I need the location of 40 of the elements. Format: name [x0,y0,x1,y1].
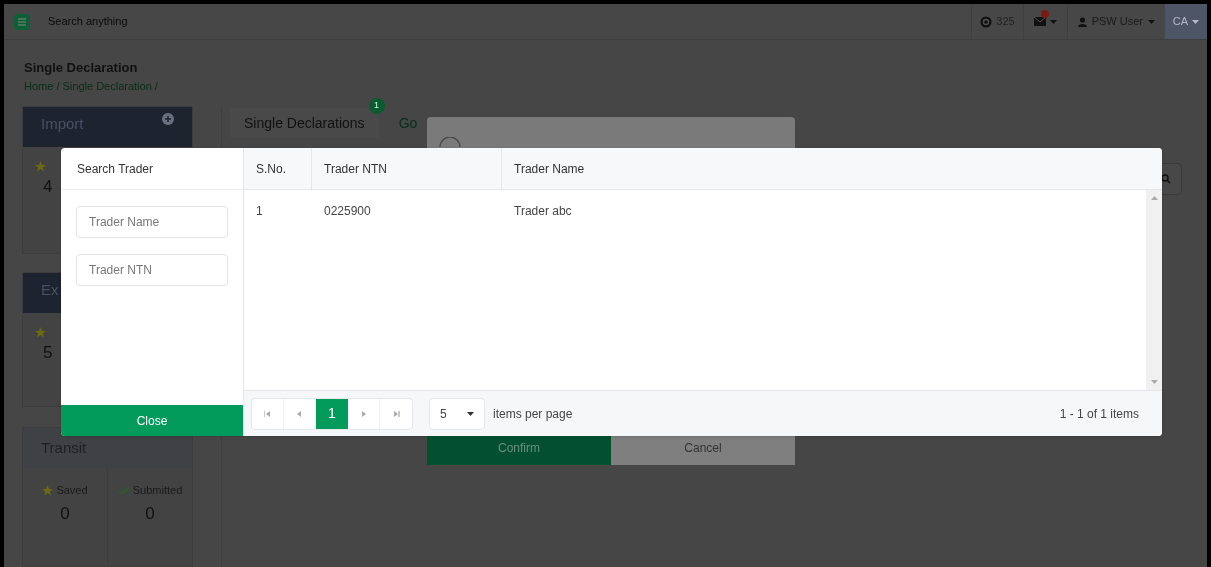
scrollbar[interactable] [1146,190,1162,390]
user-icon [1077,16,1087,27]
page-button[interactable]: 1 [316,398,348,429]
caret-icon [467,411,474,416]
column-header[interactable]: Trader NTN [312,148,502,189]
page-size-label: items per page [493,405,573,423]
first-page-icon [264,410,271,417]
menu-icon [18,17,26,26]
add-icon [162,113,174,125]
column-header[interactable]: S.No. [244,148,312,189]
tab-badge: 1 [368,98,385,114]
search-icon [1161,174,1171,184]
pager-summary: 1 - 1 of 1 items [1059,405,1139,423]
next-page-icon [360,410,367,417]
coin-icon [980,15,993,28]
column-header[interactable]: Trader Name [502,148,1162,189]
envelope-icon [1033,17,1046,26]
menu-button[interactable] [14,13,30,30]
notification-dot-icon [1040,10,1049,18]
table-cell-text: Trader abc [513,203,573,220]
caret-icon [1148,19,1155,24]
last-page-icon [392,410,400,417]
star-icon [42,484,54,496]
page-size-select[interactable]: 5 [429,397,485,430]
previous-page-icon [296,410,303,417]
search-field[interactable]: Search anything [48,13,348,30]
table-cell-text: 1 [255,203,264,220]
caret-icon [1192,19,1200,24]
scroll-up-icon[interactable] [1150,196,1158,200]
scroll-down-icon[interactable] [1150,380,1158,384]
text-field[interactable]: Trader Name [76,206,228,238]
text-field[interactable]: Trader NTN [76,254,228,286]
table-cell-text: 0225900 [323,203,372,220]
star-icon [35,161,46,172]
locale-menu[interactable]: CA [1165,4,1207,39]
search-button[interactable] [1160,163,1182,195]
caret-icon [1049,19,1057,24]
panel-title: Search Trader [61,148,243,190]
close-button[interactable]: Close [61,405,243,436]
star-icon [35,327,46,338]
